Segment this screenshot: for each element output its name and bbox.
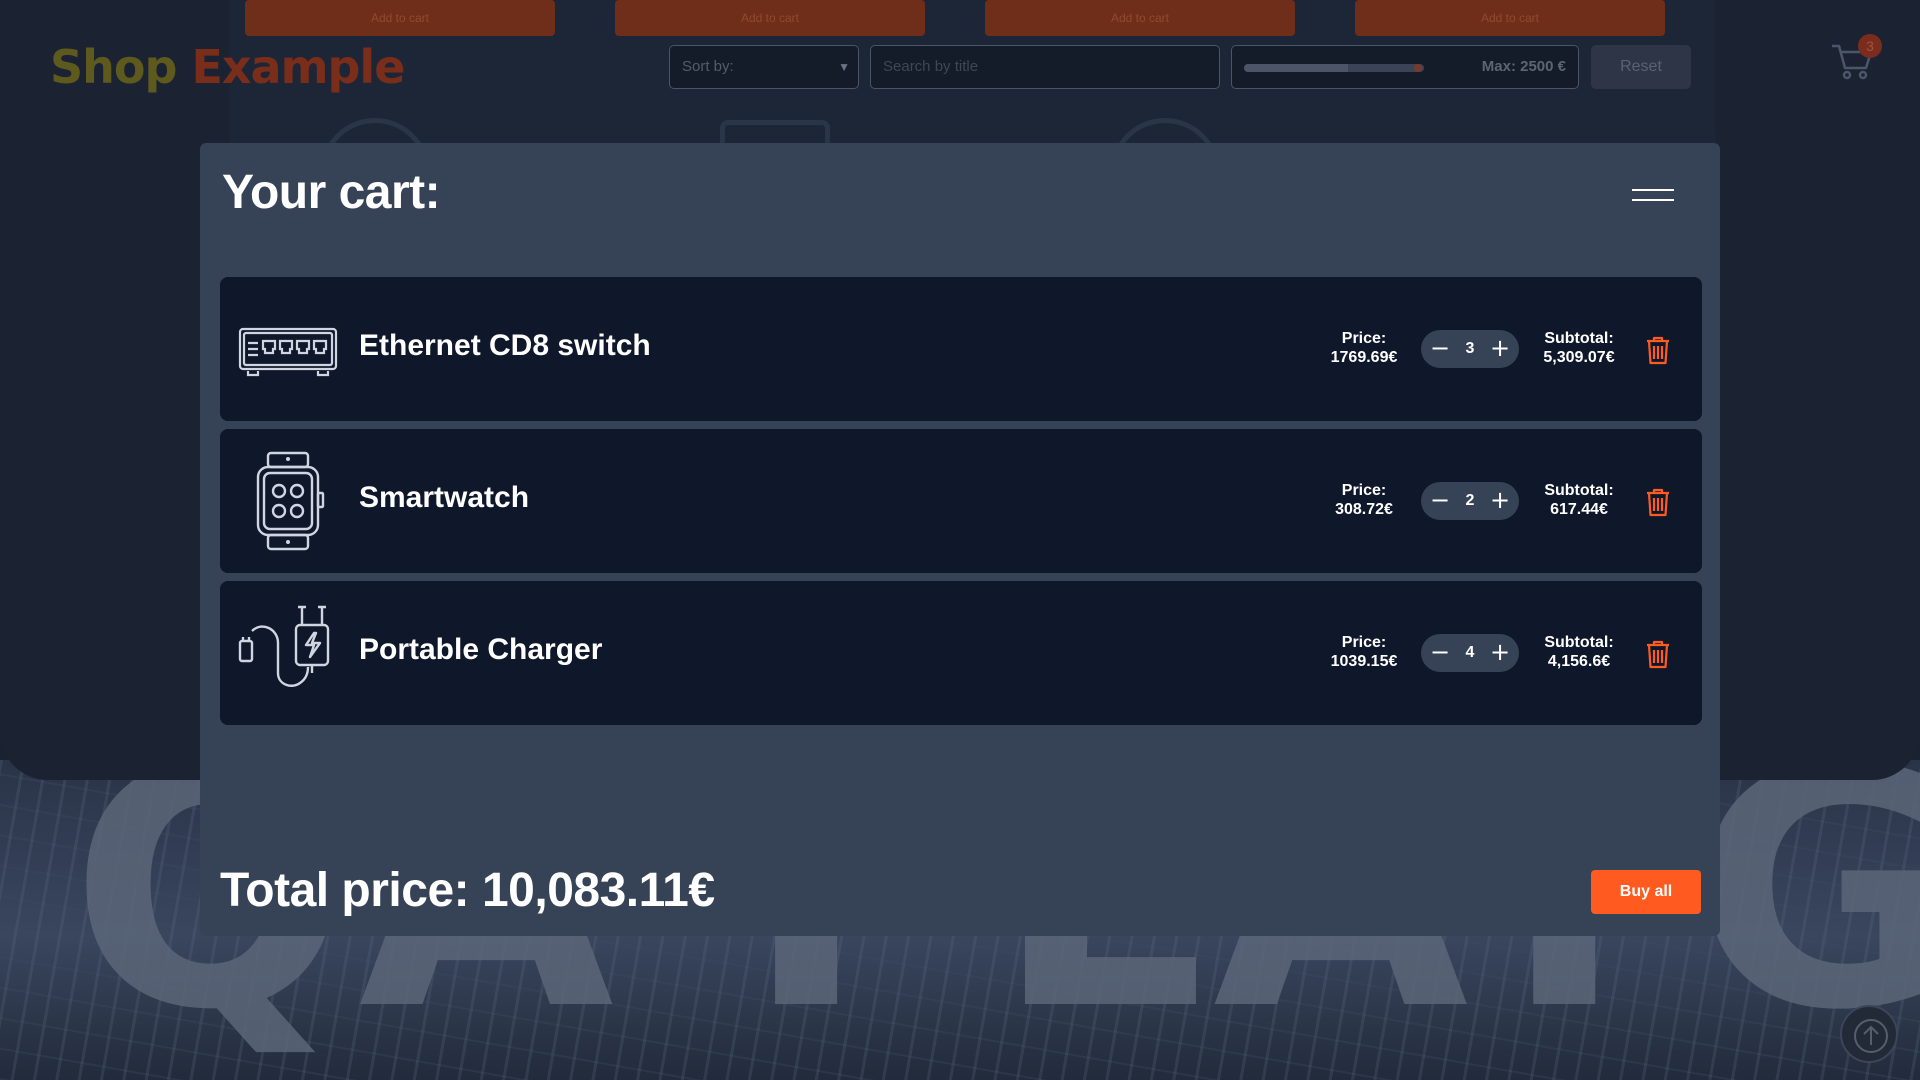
range-fill bbox=[1244, 64, 1349, 72]
arrow-up-icon bbox=[1854, 1019, 1888, 1053]
price-range-slider[interactable]: Max: 2500 € bbox=[1231, 45, 1579, 89]
cart-item-price: Price: 1039.15€ bbox=[1309, 633, 1419, 671]
cart-item-row: Ethernet CD8 switch Price: 1769.69€ − 3 … bbox=[220, 277, 1702, 421]
quantity-value[interactable]: 4 bbox=[1455, 634, 1485, 672]
price-label: Price: bbox=[1341, 330, 1387, 347]
subtotal-label: Subtotal: bbox=[1544, 482, 1614, 499]
quantity-stepper: − 2 + bbox=[1421, 482, 1519, 520]
close-cart-menu-button[interactable] bbox=[1632, 183, 1674, 207]
cart-count-badge: 3 bbox=[1858, 34, 1882, 58]
cart-item-subtotal: Subtotal: 5,309.07€ bbox=[1524, 329, 1634, 367]
subtotal-value: 5,309.07€ bbox=[1543, 349, 1615, 366]
cart-item-row: Portable Charger Price: 1039.15€ − 4 + S… bbox=[220, 581, 1702, 725]
buy-all-button[interactable]: Buy all bbox=[1591, 870, 1701, 914]
increase-quantity-button[interactable]: + bbox=[1483, 634, 1517, 672]
price-value: 1039.15€ bbox=[1330, 653, 1398, 670]
trash-icon[interactable] bbox=[1645, 335, 1671, 365]
add-to-cart-button[interactable]: Add to cart bbox=[985, 0, 1295, 36]
cart-item-price: Price: 308.72€ bbox=[1309, 481, 1419, 519]
cart-item-name: Portable Charger bbox=[359, 633, 603, 666]
quantity-value[interactable]: 2 bbox=[1455, 482, 1485, 520]
cart-title: Your cart: bbox=[222, 166, 441, 219]
cart-item-name: Ethernet CD8 switch bbox=[359, 329, 651, 362]
ethernet-switch-icon bbox=[238, 327, 338, 377]
page: QA PLAYGROUND Add to cart Add to cart Ad… bbox=[0, 0, 1920, 1080]
cart-modal: Your cart: Ethernet CD8 switch Price: 17… bbox=[200, 143, 1720, 936]
increase-quantity-button[interactable]: + bbox=[1483, 482, 1517, 520]
quantity-stepper: − 4 + bbox=[1421, 634, 1519, 672]
trash-icon[interactable] bbox=[1645, 487, 1671, 517]
subtotal-value: 4,156.6€ bbox=[1547, 653, 1611, 670]
logo-part-1: Shop bbox=[50, 40, 177, 94]
range-max-label: Max: 2500 € bbox=[1481, 58, 1566, 75]
cart-item-name: Smartwatch bbox=[359, 481, 530, 514]
subtotal-label: Subtotal: bbox=[1544, 330, 1614, 347]
price-value: 308.72€ bbox=[1335, 501, 1393, 518]
add-to-cart-button[interactable]: Add to cart bbox=[245, 0, 555, 36]
smartwatch-icon bbox=[256, 451, 325, 551]
price-value: 1769.69€ bbox=[1330, 349, 1398, 366]
charger-icon bbox=[238, 605, 330, 687]
subtotal-value: 617.44€ bbox=[1550, 501, 1608, 518]
total-price: Total price: 10,083.11€ bbox=[220, 864, 715, 917]
sort-select-label: Sort by: bbox=[682, 58, 734, 75]
cart-item-price: Price: 1769.69€ bbox=[1309, 329, 1419, 367]
decrease-quantity-button[interactable]: − bbox=[1423, 482, 1457, 520]
shop-logo[interactable]: Shop Example bbox=[50, 40, 405, 94]
cart-item-subtotal: Subtotal: 617.44€ bbox=[1524, 481, 1634, 519]
add-to-cart-button[interactable]: Add to cart bbox=[1355, 0, 1665, 36]
decrease-quantity-button[interactable]: − bbox=[1423, 634, 1457, 672]
price-label: Price: bbox=[1341, 634, 1387, 651]
range-track bbox=[1244, 64, 1424, 72]
cart-item-row: Smartwatch Price: 308.72€ − 2 + Subtotal… bbox=[220, 429, 1702, 573]
subtotal-label: Subtotal: bbox=[1544, 634, 1614, 651]
logo-part-2: Example bbox=[191, 40, 405, 94]
increase-quantity-button[interactable]: + bbox=[1483, 330, 1517, 368]
range-thumb[interactable] bbox=[1414, 64, 1422, 72]
sort-select[interactable]: Sort by: ▼ bbox=[669, 45, 859, 89]
decrease-quantity-button[interactable]: − bbox=[1423, 330, 1457, 368]
search-input[interactable]: Search by title bbox=[870, 45, 1220, 89]
quantity-stepper: − 3 + bbox=[1421, 330, 1519, 368]
add-to-cart-button[interactable]: Add to cart bbox=[615, 0, 925, 36]
cart-item-subtotal: Subtotal: 4,156.6€ bbox=[1524, 633, 1634, 671]
trash-icon[interactable] bbox=[1645, 639, 1671, 669]
chevron-down-icon: ▼ bbox=[838, 60, 850, 74]
reset-button[interactable]: Reset bbox=[1591, 45, 1691, 89]
scroll-to-top-button[interactable] bbox=[1840, 1005, 1898, 1063]
price-label: Price: bbox=[1341, 482, 1387, 499]
quantity-value[interactable]: 3 bbox=[1455, 330, 1485, 368]
